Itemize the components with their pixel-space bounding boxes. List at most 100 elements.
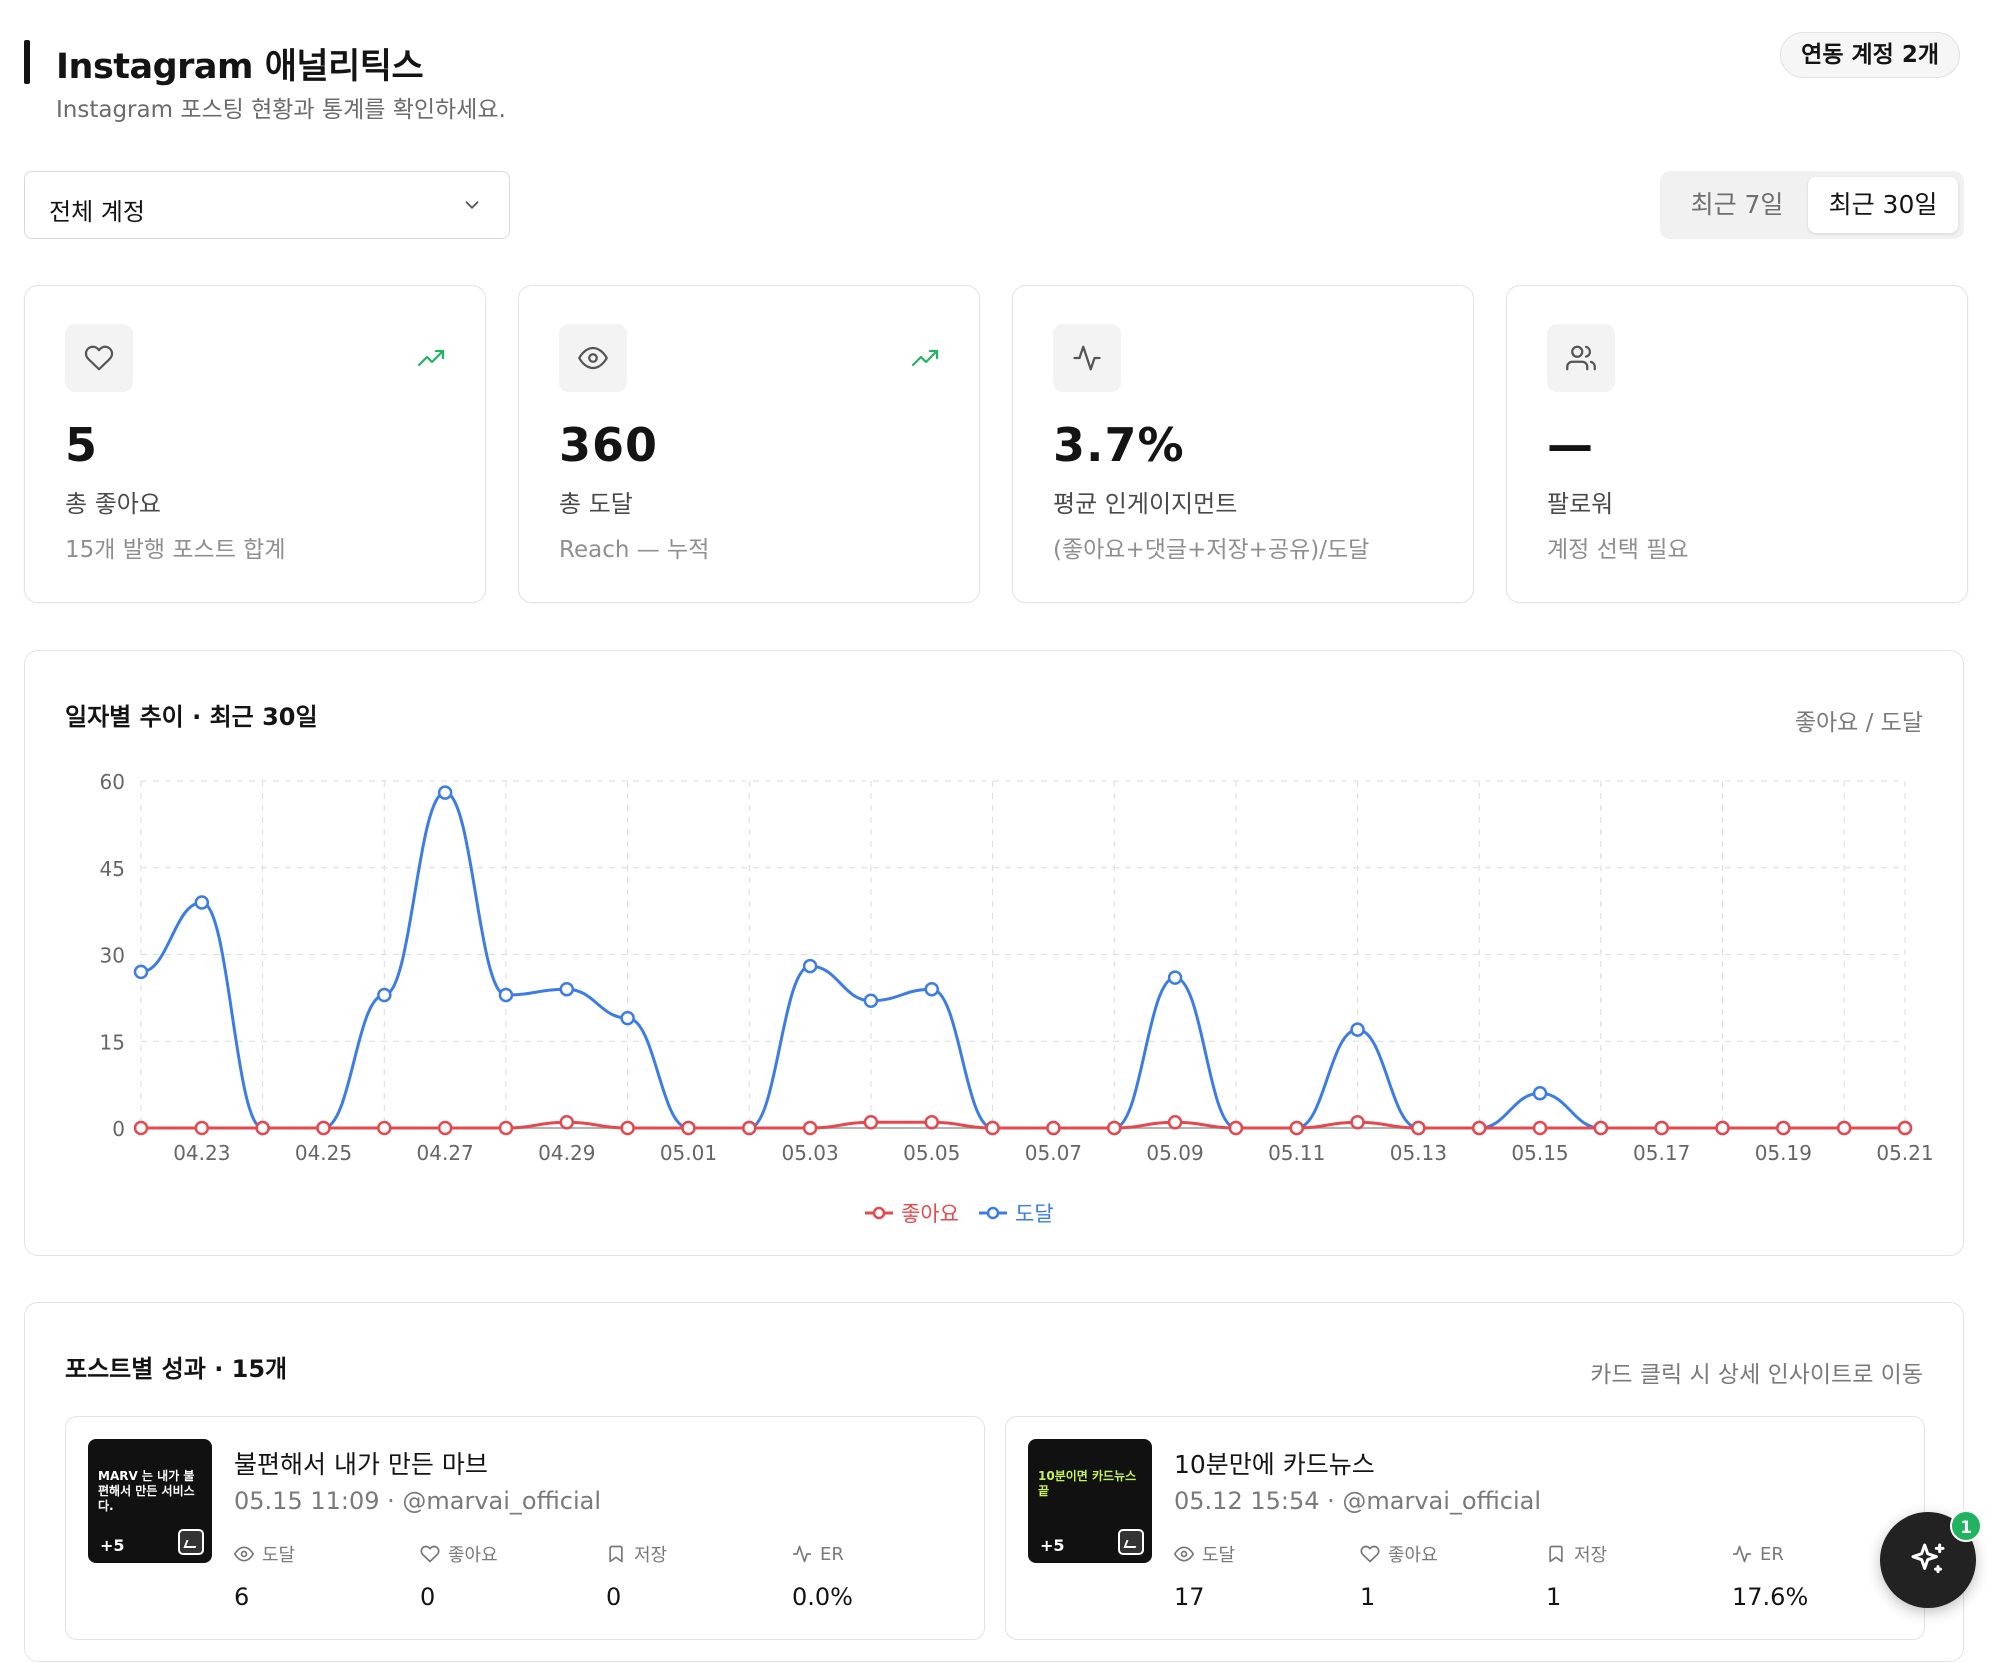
data-point-likes bbox=[1167, 1114, 1183, 1130]
metric-value: 17 bbox=[1174, 1583, 1205, 1611]
post-thumbnail: MARV 는 내가 불편해서 만든 서비스다. +5 bbox=[88, 1439, 212, 1563]
data-point-likes bbox=[1046, 1120, 1061, 1136]
eye-icon bbox=[234, 1546, 254, 1562]
sparkle-icon bbox=[1911, 1543, 1945, 1574]
users-icon bbox=[1566, 345, 1596, 371]
stat-value: 3.7% bbox=[1053, 418, 1185, 472]
daily-trend-chart-card: 일자별 추이 · 최근 30일 좋아요 / 도달 0 15 30 45 60 04.23 0… bbox=[24, 650, 1964, 1256]
data-point-reach bbox=[802, 958, 818, 974]
range-30-days-button[interactable]: 최근 30일 bbox=[1808, 177, 1958, 233]
activity-icon bbox=[1732, 1545, 1752, 1563]
stat-description: (좋아요+댓글+저장+공유)/도달 bbox=[1053, 537, 1370, 563]
stat-card-reach: 360 총 도달 Reach — 누적 bbox=[518, 285, 980, 603]
post-metric-reach: 도달 17 bbox=[1174, 1543, 1354, 1611]
post-metric-reach: 도달 6 bbox=[234, 1543, 414, 1611]
data-point-likes bbox=[742, 1120, 757, 1136]
metric-label: 도달 bbox=[262, 1545, 296, 1566]
stat-description: Reach — 누적 bbox=[559, 537, 710, 563]
bookmark-icon bbox=[609, 1545, 623, 1563]
data-point-reach bbox=[559, 981, 575, 997]
eye-icon bbox=[578, 346, 608, 370]
post-metric-saves: 저장 0 bbox=[606, 1543, 786, 1611]
stat-label: 팔로워 bbox=[1547, 490, 1614, 518]
stat-card-likes: 5 총 좋아요 15개 발행 포스트 합계 bbox=[24, 285, 486, 603]
data-point-likes bbox=[316, 1120, 331, 1136]
thumbnail-more-count: +5 bbox=[100, 1536, 125, 1555]
gallery-icon bbox=[178, 1529, 204, 1555]
x-tick-label: 05.09 bbox=[1146, 1141, 1203, 1165]
data-point-likes bbox=[620, 1120, 635, 1136]
data-point-reach bbox=[194, 895, 210, 910]
x-tick-label: 05.15 bbox=[1511, 1141, 1568, 1165]
post-title: 불편해서 내가 만든 마브 bbox=[234, 1450, 488, 1479]
stat-value: 5 bbox=[65, 418, 99, 472]
x-tick-label: 05.17 bbox=[1633, 1141, 1690, 1165]
post-card[interactable]: MARV 는 내가 불편해서 만든 서비스다. +5 불편해서 내가 만든 마브… bbox=[65, 1416, 985, 1640]
page-subtitle: Instagram 포스팅 현황과 통계를 확인하세요. bbox=[56, 97, 506, 123]
data-point-likes bbox=[377, 1120, 392, 1136]
x-tick-label: 04.25 bbox=[295, 1141, 352, 1165]
data-point-likes bbox=[133, 1120, 149, 1136]
y-tick-label: 60 bbox=[100, 770, 125, 794]
range-7-days-button[interactable]: 최근 7일 bbox=[1668, 177, 1806, 233]
post-card[interactable]: 10분이면 카드뉴스 끝 +5 10분만에 카드뉴스 05.12 15:54 ·… bbox=[1005, 1416, 1925, 1640]
data-point-reach bbox=[1532, 1086, 1548, 1101]
data-point-likes bbox=[559, 1114, 575, 1130]
data-point-likes bbox=[437, 1120, 453, 1136]
y-tick-label: 45 bbox=[100, 857, 125, 881]
gallery-icon bbox=[1118, 1529, 1144, 1555]
data-point-likes bbox=[1106, 1120, 1122, 1136]
metric-value: 17.6% bbox=[1732, 1583, 1809, 1611]
data-point-likes bbox=[1411, 1120, 1426, 1136]
thumbnail-text: MARV 는 내가 불편해서 만든 서비스다. bbox=[98, 1469, 195, 1513]
x-tick-label: 04.27 bbox=[417, 1141, 474, 1165]
data-point-likes bbox=[1776, 1120, 1791, 1136]
data-point-reach bbox=[924, 981, 940, 997]
stat-label: 총 좋아요 bbox=[65, 490, 161, 518]
linked-accounts-badge[interactable]: 연동 계정 2개 bbox=[1780, 32, 1960, 78]
metric-value: 1 bbox=[1546, 1583, 1562, 1611]
activity-icon bbox=[1073, 345, 1101, 371]
data-point-likes bbox=[863, 1114, 879, 1130]
x-tick-label: 05.21 bbox=[1876, 1141, 1933, 1165]
heart-icon bbox=[1360, 1545, 1380, 1563]
heart-icon bbox=[84, 345, 114, 371]
data-point-likes bbox=[1228, 1120, 1244, 1136]
bookmark-icon bbox=[1549, 1545, 1563, 1563]
stat-value: 360 bbox=[559, 418, 659, 472]
legend-label-reach: 도달 bbox=[1015, 1202, 1054, 1226]
stat-description: 계정 선택 필요 bbox=[1547, 537, 1689, 563]
data-point-reach bbox=[498, 987, 514, 1003]
chevron-down-icon bbox=[465, 201, 479, 209]
x-tick-label: 05.01 bbox=[660, 1141, 717, 1165]
post-title: 10분만에 카드뉴스 bbox=[1174, 1450, 1375, 1479]
data-point-reach bbox=[437, 785, 453, 800]
notification-badge: 1 bbox=[1950, 1510, 1982, 1542]
posts-section-hint: 카드 클릭 시 상세 인사이트로 이동 bbox=[1590, 1362, 1923, 1388]
account-select[interactable]: 전체 계정 bbox=[24, 171, 510, 239]
data-point-reach bbox=[133, 964, 149, 980]
metric-value: 0 bbox=[606, 1583, 622, 1611]
y-tick-label: 0 bbox=[112, 1117, 125, 1141]
data-point-likes bbox=[498, 1120, 514, 1136]
x-tick-label: 05.11 bbox=[1268, 1141, 1325, 1165]
post-metric-er: ER 0.0% bbox=[792, 1543, 972, 1612]
post-meta: 05.12 15:54 · @marvai_official bbox=[1174, 1487, 1542, 1515]
data-point-likes bbox=[255, 1120, 270, 1136]
title-accent-bar bbox=[24, 40, 30, 84]
y-tick-label: 15 bbox=[100, 1030, 125, 1054]
date-range-toggle: 최근 7일 최근 30일 bbox=[1660, 171, 1964, 239]
metric-label: 저장 bbox=[1574, 1545, 1608, 1566]
legend-label-likes: 좋아요 bbox=[901, 1202, 959, 1226]
data-point-likes bbox=[1471, 1120, 1487, 1136]
series-line-likes bbox=[141, 1120, 1906, 1130]
x-tick-label: 04.23 bbox=[173, 1141, 230, 1165]
data-point-likes bbox=[1593, 1120, 1609, 1136]
x-tick-label: 05.05 bbox=[903, 1141, 960, 1165]
legend-marker-likes bbox=[872, 1206, 886, 1220]
metric-value: 0.0% bbox=[792, 1583, 853, 1611]
eye-icon bbox=[1174, 1546, 1194, 1562]
data-point-likes bbox=[985, 1120, 1000, 1136]
line-chart: 0 15 30 45 60 04.23 04.25 04.27 04.29 05.01 05.03 0… bbox=[100, 770, 1934, 1226]
metric-value: 0 bbox=[420, 1583, 436, 1611]
